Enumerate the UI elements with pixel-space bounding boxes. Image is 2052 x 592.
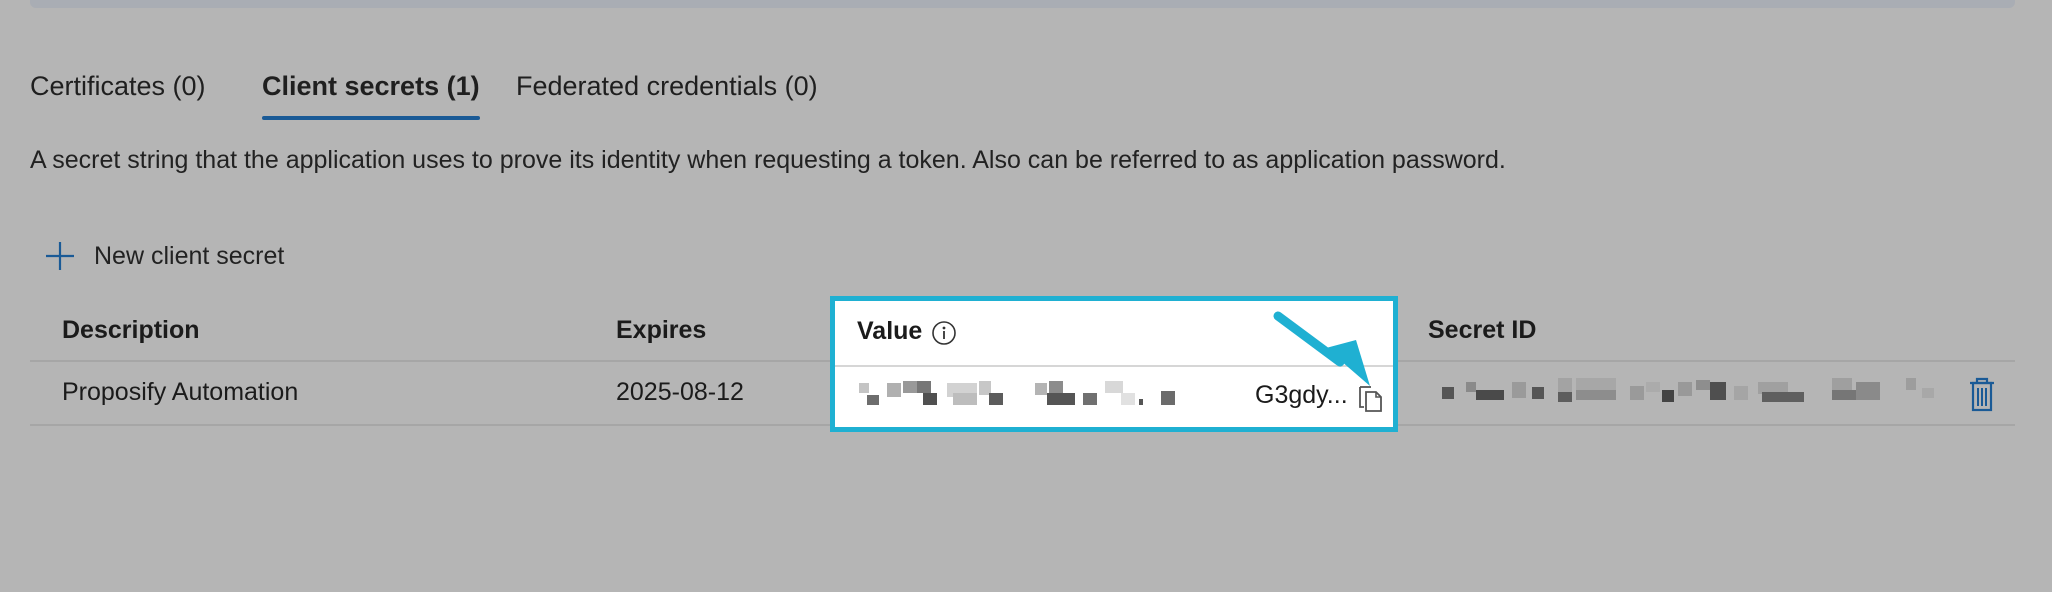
masked-secret-value xyxy=(859,381,1175,405)
tab-federated-credentials[interactable]: Federated credentials (0) xyxy=(516,62,818,120)
column-header-description: Description xyxy=(62,316,200,344)
masked-secret-id xyxy=(1442,378,1934,402)
info-icon[interactable] xyxy=(931,320,957,346)
tab-federated-credentials-label: Federated credentials (0) xyxy=(516,71,818,101)
trash-icon[interactable] xyxy=(1966,376,1998,412)
active-tab-indicator xyxy=(262,116,480,120)
column-header-expires: Expires xyxy=(616,316,707,344)
tab-client-secrets[interactable]: Client secrets (1) xyxy=(262,62,480,120)
arrow-icon xyxy=(1273,311,1370,386)
tab-certificates-label: Certificates (0) xyxy=(30,71,206,101)
column-header-value: Value xyxy=(857,317,923,345)
new-client-secret-button[interactable]: New client secret xyxy=(44,236,284,276)
top-panel-strip xyxy=(30,0,2015,8)
column-header-secret-id: Secret ID xyxy=(1428,316,1537,344)
tab-certificates[interactable]: Certificates (0) xyxy=(30,62,206,120)
section-description: A secret string that the application use… xyxy=(30,146,1506,174)
tab-client-secrets-label: Client secrets (1) xyxy=(262,71,480,101)
new-client-secret-label: New client secret xyxy=(94,241,285,270)
secret-description: Proposify Automation xyxy=(62,378,299,406)
secret-expires: 2025-08-12 xyxy=(616,378,744,406)
plus-icon xyxy=(46,242,74,270)
